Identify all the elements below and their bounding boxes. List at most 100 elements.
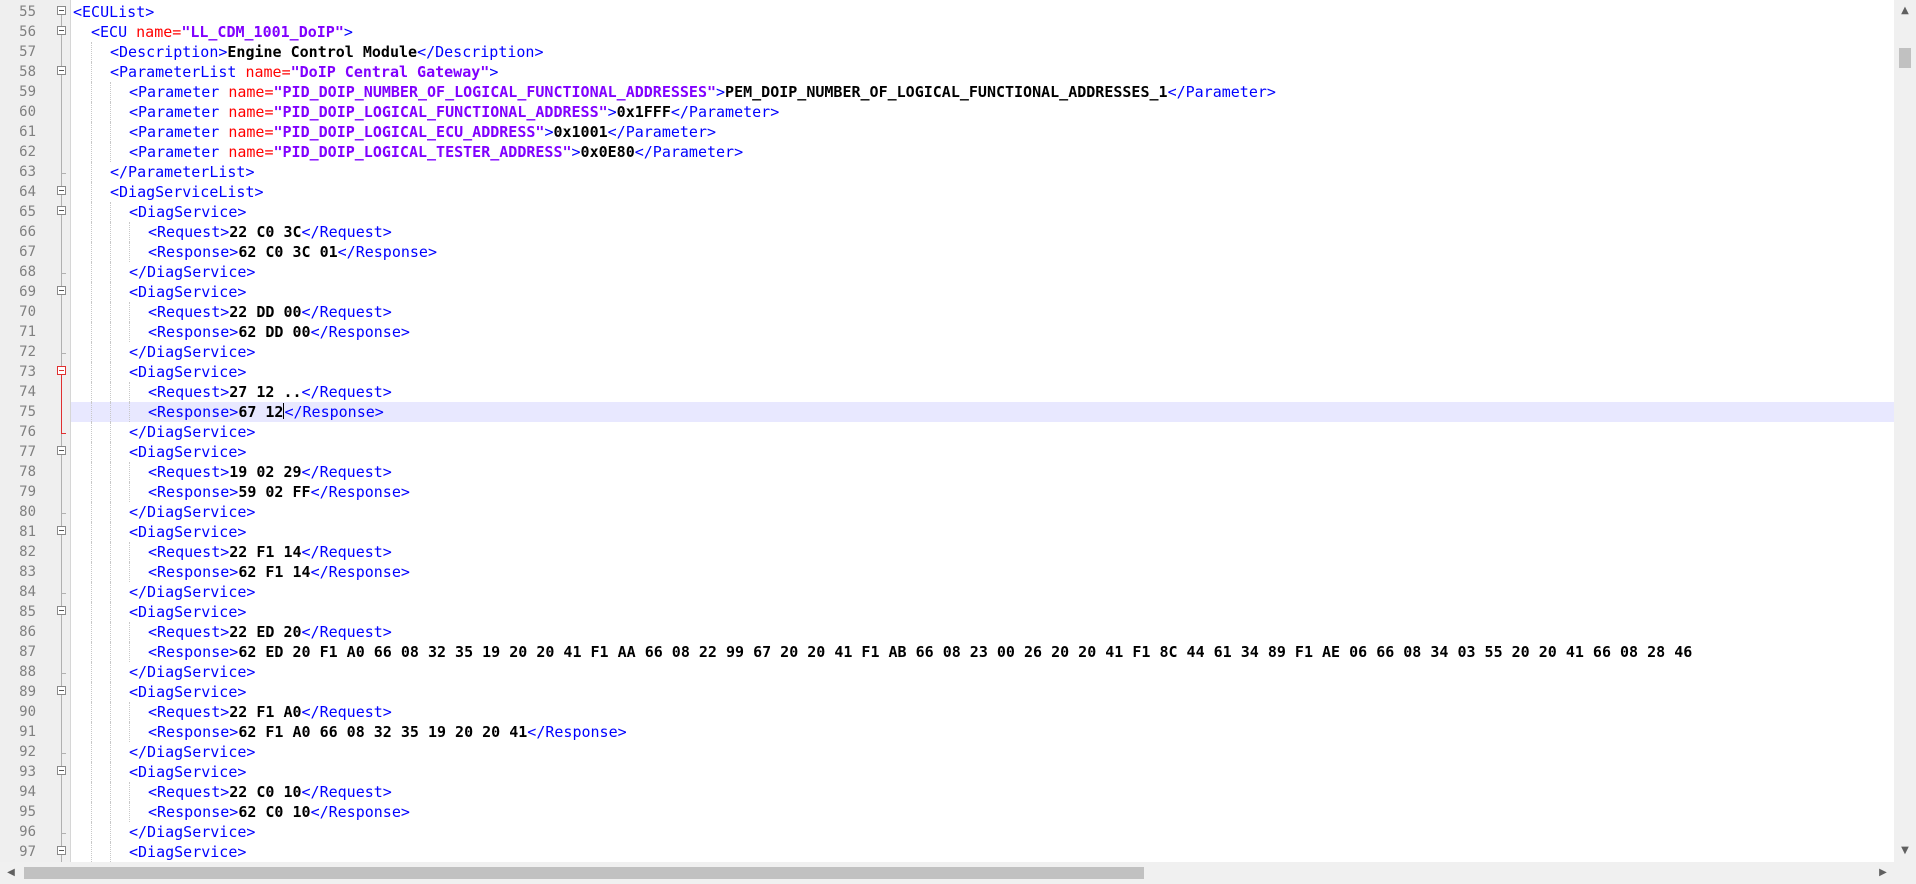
indent-guide — [73, 542, 91, 562]
code-line[interactable]: 62 <Parameter name="PID_DOIP_LOGICAL_TEST… — [0, 142, 1894, 162]
code-line[interactable]: 77 <DiagService> — [0, 442, 1894, 462]
fold-guide-line — [61, 302, 62, 322]
fold-toggle-icon[interactable] — [57, 6, 66, 15]
xml-tag: </Response> — [310, 803, 410, 821]
fold-toggle-icon[interactable] — [57, 366, 66, 375]
code-line[interactable]: 93 <DiagService> — [0, 762, 1894, 782]
fold-guide-line — [61, 522, 62, 526]
horizontal-scrollbar[interactable]: ◀ ▶ — [0, 862, 1894, 884]
code-line[interactable]: 86 <Request>22 ED 20</Request> — [0, 622, 1894, 642]
fold-guide-line — [61, 542, 62, 562]
code-line[interactable]: 65 <DiagService> — [0, 202, 1894, 222]
fold-toggle-icon[interactable] — [57, 606, 66, 615]
horizontal-scroll-thumb[interactable] — [24, 867, 1144, 879]
code-line[interactable]: 56 <ECU name="LL_CDM_1001_DoIP"> — [0, 22, 1894, 42]
code-line[interactable]: 87 <Response>62 ED 20 F1 A0 66 08 32 35 1… — [0, 642, 1894, 662]
code-line[interactable]: 96 </DiagService> — [0, 822, 1894, 842]
fold-guide-line — [61, 362, 62, 366]
code-text: <Response>62 F1 14</Response> — [73, 562, 410, 582]
code-line[interactable]: 80 </DiagService> — [0, 502, 1894, 522]
fold-toggle-icon[interactable] — [57, 286, 66, 295]
fold-guide-line — [61, 222, 62, 242]
scroll-right-icon[interactable]: ▶ — [1872, 862, 1894, 884]
code-line[interactable]: 73 <DiagService> — [0, 362, 1894, 382]
code-text: <Parameter name="PID_DOIP_LOGICAL_ECU_AD… — [73, 122, 716, 142]
indent-guide — [110, 802, 129, 822]
code-line[interactable]: 58 <ParameterList name="DoIP Central Gate… — [0, 62, 1894, 82]
indent-guide — [73, 342, 91, 362]
scroll-left-icon[interactable]: ◀ — [0, 862, 22, 884]
fold-toggle-icon[interactable] — [57, 446, 66, 455]
code-line[interactable]: 60 <Parameter name="PID_DOIP_LOGICAL_FUNC… — [0, 102, 1894, 122]
xml-text-content: 62 F1 A0 66 08 32 35 19 20 20 41 — [238, 723, 528, 741]
code-line[interactable]: 78 <Request>19 02 29</Request> — [0, 462, 1894, 482]
code-line[interactable]: 88 </DiagService> — [0, 662, 1894, 682]
code-line[interactable]: 76 </DiagService> — [0, 422, 1894, 442]
code-line[interactable]: 92 </DiagService> — [0, 742, 1894, 762]
code-line[interactable]: 85 <DiagService> — [0, 602, 1894, 622]
scroll-down-icon[interactable]: ▼ — [1894, 840, 1916, 862]
code-line[interactable]: 72 </DiagService> — [0, 342, 1894, 362]
fold-toggle-icon[interactable] — [57, 526, 66, 535]
code-line[interactable]: 95 <Response>62 C0 10</Response> — [0, 802, 1894, 822]
fold-toggle-icon[interactable] — [57, 846, 66, 855]
indent-guide — [73, 82, 91, 102]
fold-toggle-icon[interactable] — [57, 686, 66, 695]
xml-attribute-name: name= — [228, 143, 274, 161]
code-line[interactable]: 68 </DiagService> — [0, 262, 1894, 282]
code-line[interactable]: 61 <Parameter name="PID_DOIP_LOGICAL_ECU_… — [0, 122, 1894, 142]
code-line[interactable]: 69 <DiagService> — [0, 282, 1894, 302]
code-line[interactable]: 97 <DiagService> — [0, 842, 1894, 862]
code-line[interactable]: 84 </DiagService> — [0, 582, 1894, 602]
fold-end-marker — [61, 342, 66, 354]
code-line[interactable]: 90 <Request>22 F1 A0</Request> — [0, 702, 1894, 722]
indent-guide — [73, 762, 91, 782]
scroll-up-icon[interactable]: ▲ — [1894, 0, 1916, 22]
fold-toggle-icon[interactable] — [57, 26, 66, 35]
fold-toggle-icon[interactable] — [57, 66, 66, 75]
code-line[interactable]: 71 <Response>62 DD 00</Response> — [0, 322, 1894, 342]
code-line[interactable]: 79 <Response>59 02 FF</Response> — [0, 482, 1894, 502]
scrollbar-corner — [1894, 862, 1916, 884]
xml-tag: <ECUList> — [73, 3, 155, 21]
code-line[interactable]: 70 <Request>22 DD 00</Request> — [0, 302, 1894, 322]
code-line[interactable]: 94 <Request>22 C0 10</Request> — [0, 782, 1894, 802]
code-line[interactable]: 74 <Request>27 12 ..</Request> — [0, 382, 1894, 402]
vertical-scrollbar[interactable]: ▲ ▼ — [1894, 0, 1916, 862]
xml-tag: > — [343, 23, 353, 41]
code-line[interactable]: 83 <Response>62 F1 14</Response> — [0, 562, 1894, 582]
indent-guide — [91, 602, 110, 622]
code-line[interactable]: 55 <ECUList> — [0, 2, 1894, 22]
fold-toggle-icon[interactable] — [57, 206, 66, 215]
code-line[interactable]: 81 <DiagService> — [0, 522, 1894, 542]
code-line[interactable]: 64 <DiagServiceList> — [0, 182, 1894, 202]
code-line[interactable]: 75 <Response>67 12</Response> — [0, 402, 1894, 422]
xml-attribute-name: name= — [228, 123, 274, 141]
code-editor[interactable]: 55 <ECUList> 56 <ECU name="LL_CDM_1001_DoIP… — [0, 0, 1894, 862]
indent-guide — [91, 622, 110, 642]
fold-toggle-icon[interactable] — [57, 766, 66, 775]
indent-guide — [91, 282, 110, 302]
fold-guide-line — [61, 514, 62, 522]
indent-guide — [91, 842, 110, 862]
indent-guide — [110, 562, 129, 582]
xml-attribute-name: name= — [245, 63, 291, 81]
code-line[interactable]: 59 <Parameter name="PID_DOIP_NUMBER_OF_LO… — [0, 82, 1894, 102]
code-line[interactable]: 67 <Response>62 C0 3C 01</Response> — [0, 242, 1894, 262]
xml-tag: <Response> — [148, 723, 239, 741]
xml-tag: <DiagService> — [129, 443, 247, 461]
fold-guide-line — [61, 274, 62, 282]
xml-tag: <Response> — [148, 483, 239, 501]
code-line[interactable]: 63 </ParameterList> — [0, 162, 1894, 182]
code-line[interactable]: 82 <Request>22 F1 14</Request> — [0, 542, 1894, 562]
code-line[interactable]: 91 <Response>62 F1 A0 66 08 32 35 19 20 2… — [0, 722, 1894, 742]
code-line[interactable]: 57 <Description>Engine Control Module</De… — [0, 42, 1894, 62]
vertical-scroll-thumb[interactable] — [1899, 48, 1911, 68]
fold-toggle-icon[interactable] — [57, 186, 66, 195]
line-number: 79 — [19, 484, 36, 500]
code-line[interactable]: 66 <Request>22 C0 3C</Request> — [0, 222, 1894, 242]
indent-guide — [91, 122, 110, 142]
indent-guide — [73, 782, 91, 802]
xml-tag: <DiagService> — [129, 603, 247, 621]
code-line[interactable]: 89 <DiagService> — [0, 682, 1894, 702]
